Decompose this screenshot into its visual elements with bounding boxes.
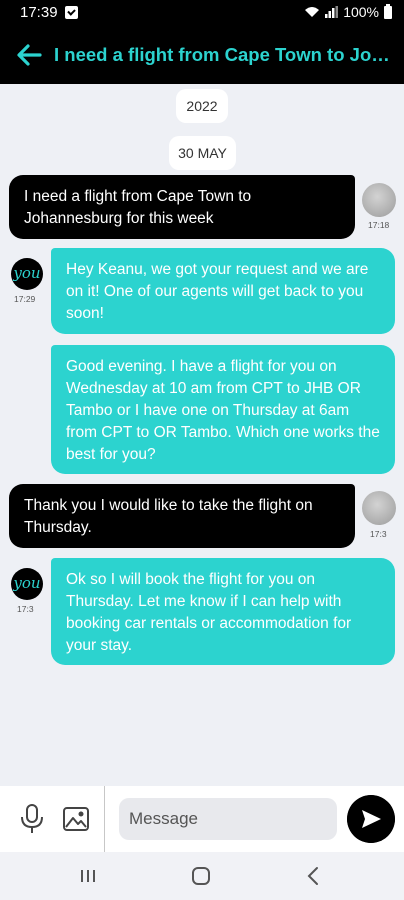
home-icon[interactable] <box>192 867 210 885</box>
brand-avatar: you <box>11 258 43 290</box>
chevron-left-icon[interactable] <box>306 866 320 886</box>
battery-icon <box>384 3 392 19</box>
send-button[interactable] <box>347 795 395 843</box>
message-time: 17:3 <box>17 604 34 614</box>
message-time: 17:18 <box>368 220 390 230</box>
message-bubble-outgoing[interactable]: I need a flight from Cape Town to Johann… <box>9 175 355 239</box>
message-time: 17:3 <box>370 529 387 539</box>
message-bubble-incoming[interactable]: Ok so I will book the flight for you on … <box>51 558 395 665</box>
microphone-icon[interactable] <box>18 803 46 835</box>
date-chip-day: 30 MAY <box>169 136 236 170</box>
signal-icon <box>325 6 339 18</box>
notification-icon <box>65 6 78 19</box>
message-bubble-incoming[interactable]: Hey Keanu, we got your request and we ar… <box>51 248 395 334</box>
message-input[interactable] <box>119 798 337 840</box>
message-bubble-incoming[interactable]: Good evening. I have a flight for you on… <box>51 345 395 474</box>
wifi-icon <box>305 7 320 17</box>
status-indicators: 100% <box>304 3 392 20</box>
message-time: 17:29 <box>14 294 36 304</box>
user-avatar <box>362 491 396 525</box>
brand-avatar: you <box>11 568 43 600</box>
message-compose-bar <box>0 786 404 852</box>
chat-title: I need a flight from Cape Town to Johann… <box>54 44 398 65</box>
date-chip-year: 2022 <box>176 89 228 123</box>
status-time: 17:39 <box>20 4 58 21</box>
gallery-icon[interactable] <box>62 806 90 832</box>
message-bubble-outgoing[interactable]: Thank you I would like to take the fligh… <box>9 484 355 548</box>
battery-percent: 100% <box>343 4 379 20</box>
user-avatar <box>362 183 396 217</box>
status-bar: 17:39 100% <box>0 0 404 26</box>
arrow-left-icon[interactable] <box>14 40 44 70</box>
recent-apps-icon[interactable] <box>80 868 96 884</box>
compose-divider <box>104 786 105 852</box>
chat-header: I need a flight from Cape Town to Johann… <box>0 26 404 84</box>
system-nav-bar <box>0 852 404 900</box>
